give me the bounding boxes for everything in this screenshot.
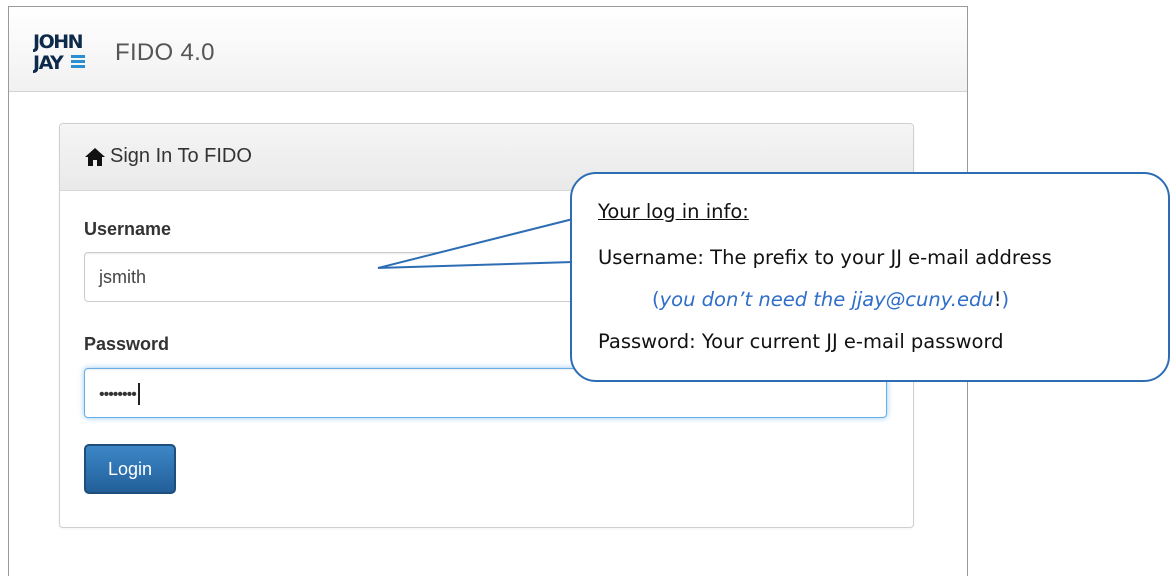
info-callout: Your log in info: Username: The prefix t… <box>570 172 1170 382</box>
callout-heading: Your log in info: <box>598 200 749 223</box>
svg-text:JAY: JAY <box>33 52 64 74</box>
john-jay-logo[interactable]: JOHN JAY <box>31 27 87 77</box>
home-icon <box>84 147 106 167</box>
app-brand[interactable]: FIDO 4.0 <box>115 39 215 67</box>
login-button[interactable]: Login <box>84 444 176 494</box>
username-label: Username <box>84 219 172 239</box>
callout-note-italic: you don’t need the jjay@cuny.edu <box>659 288 994 311</box>
callout-note: (you don’t need the jjay@cuny.edu!) <box>652 288 1010 311</box>
svg-text:JOHN: JOHN <box>33 31 83 53</box>
password-label: Password <box>84 334 170 354</box>
username-value: jsmith <box>99 267 147 287</box>
callout-username-line: Username: The prefix to your JJ e-mail a… <box>598 246 1052 269</box>
text-caret <box>137 383 140 406</box>
password-value: •••••••• <box>99 386 137 403</box>
navbar: JOHN JAY FIDO 4.0 <box>9 7 967 92</box>
panel-title: Sign In To FIDO <box>110 145 252 167</box>
callout-password-line: Password: Your current JJ e-mail passwor… <box>598 330 1004 353</box>
